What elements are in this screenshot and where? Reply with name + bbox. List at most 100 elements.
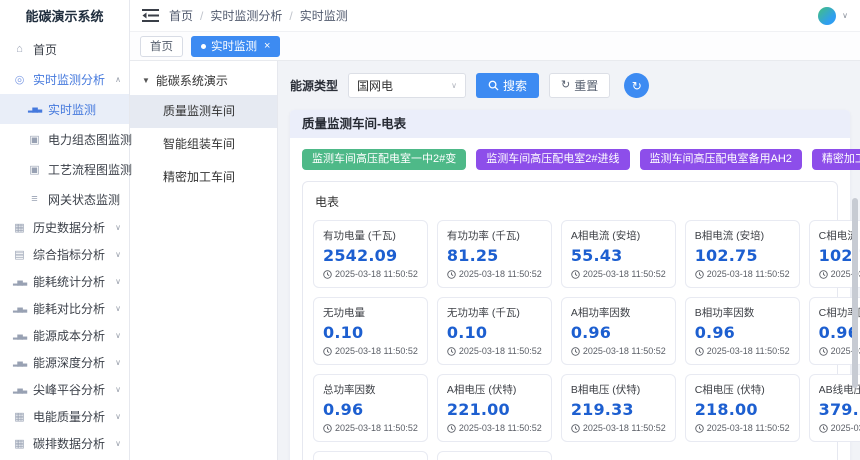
clock-icon <box>694 269 704 279</box>
meter-value: 221.00 <box>446 400 510 419</box>
meter-tag[interactable]: 精密加工车间电表02 <box>811 149 860 170</box>
tree-item[interactable]: 精密加工车间 <box>130 161 277 194</box>
tree-item-label: 智能组装车间 <box>163 137 236 151</box>
meter-tag-label: 监测车间高压配电室2#进线 <box>486 153 620 165</box>
search-button[interactable]: 搜索 <box>476 73 540 98</box>
refresh-icon: ↻ <box>631 78 642 93</box>
sidebar-item-label: 能耗统计分析 <box>33 275 106 289</box>
sidebar-item-composite-index[interactable]: ▤ 综合指标分析 ∨ <box>0 241 129 268</box>
meter-value: 102.75 <box>694 246 758 265</box>
chevron-down-icon[interactable]: ∨ <box>842 11 848 20</box>
tree-root-node[interactable]: ▼ 能碳系统演示 <box>130 61 277 95</box>
meter-card: B相电压 (伏特) 219.33 2025-03-18 11:50:52 <box>560 374 676 442</box>
meter-card: B相电流 (安培) 102.75 2025-03-18 11:50:52 <box>684 220 800 288</box>
energy-type-label: 能源类型 <box>290 79 339 93</box>
meter-card: BC线电压 (伏特) 368.20 2025-03-18 11:50:52 <box>313 451 428 460</box>
clock-icon <box>818 346 828 356</box>
meter-time-text: 2025-03-18 11:50:52 <box>335 269 418 279</box>
meter-timestamp: 2025-03-18 11:50:52 <box>571 423 666 433</box>
sidebar-item-carbon-data[interactable]: ▦ 碳排数据分析 ∨ <box>0 430 129 457</box>
clock-icon <box>818 423 828 433</box>
tree-item[interactable]: 智能组装车间 <box>130 128 277 161</box>
clock-icon <box>694 346 704 356</box>
sidebar-item-label: 电力组态图监测 <box>48 132 133 147</box>
app-title: 能碳演示系统 <box>25 9 104 24</box>
bar-chart-icon: ▂▅▃ <box>13 386 27 394</box>
tab-label: 首页 <box>150 41 173 53</box>
avatar[interactable] <box>818 6 837 25</box>
sidebar-item-process-diagram[interactable]: ▣ 工艺流程图监测 <box>0 154 132 184</box>
meter-name: B相电压 (伏特) <box>570 384 641 396</box>
sidebar-item-label: 实时监测分析 <box>33 72 106 87</box>
tab-bar: 首页 实时监测 × <box>130 32 860 61</box>
chevron-up-icon: ∧ <box>115 74 121 84</box>
chevron-down-icon: ∨ <box>115 304 121 313</box>
meter-timestamp: 2025-03-18 11:50:52 <box>571 346 666 356</box>
sidebar-item-label: 综合指标分析 <box>33 248 106 262</box>
table-icon: ▦ <box>14 411 25 423</box>
sidebar-item-label: 碳排数据分析 <box>33 437 106 451</box>
meter-tag-label: 监测车间高压配电室备用AH2 <box>649 153 792 165</box>
meter-tag[interactable]: 监测车间高压配电室2#进线 <box>476 149 630 170</box>
meter-name: A相功率因数 <box>570 307 631 319</box>
meter-value: 379.14 <box>818 400 860 419</box>
sidebar-item-gateway-status[interactable]: ≡ 网关状态监测 <box>0 184 129 214</box>
sidebar-item-label: 电能质量分析 <box>33 410 106 424</box>
clock-icon <box>694 423 704 433</box>
active-dot-icon <box>201 43 206 49</box>
reset-button[interactable]: ↻ 重置 <box>549 73 611 98</box>
meter-name: 有功功率 (千瓦) <box>446 230 520 242</box>
table-icon: ▦ <box>14 438 25 450</box>
meter-timestamp: 2025-03-18 11:50:52 <box>818 423 860 433</box>
meter-value: 0.10 <box>323 323 364 342</box>
energy-type-select[interactable]: 国网电 ∨ <box>348 73 467 98</box>
sidebar-item-power-quality[interactable]: ▦ 电能质量分析 ∨ <box>0 403 129 430</box>
bar-chart-icon: ▂▅▃ <box>13 359 27 367</box>
meter-tag-label: 精密加工车间电表02 <box>821 153 860 165</box>
tab-home[interactable]: 首页 <box>140 35 183 57</box>
meter-name: 有功电量 (千瓦) <box>323 230 396 242</box>
meter-card: 总功率因数 0.96 2025-03-18 11:50:52 <box>313 374 428 442</box>
meter-timestamp: 2025-03-18 11:50:52 <box>447 346 542 356</box>
chevron-down-icon: ∨ <box>115 412 121 421</box>
tree-item[interactable]: 质量监测车间 <box>130 95 277 128</box>
refresh-button[interactable]: ↻ <box>624 73 650 98</box>
sidebar-item-realtime-analysis[interactable]: ◎ 实时监测分析 ∧ <box>0 64 129 94</box>
bar-chart-icon: ▂▅▃ <box>13 278 27 286</box>
breadcrumb-separator: / <box>200 8 204 23</box>
meter-name: A相电流 (安培) <box>570 230 641 242</box>
chevron-down-icon: ∨ <box>115 277 121 286</box>
meter-time-text: 2025-03-18 11:50:52 <box>830 423 860 433</box>
clock-icon <box>571 269 580 279</box>
close-icon[interactable]: × <box>264 40 270 52</box>
tree-root-label: 能碳系统演示 <box>155 74 228 88</box>
meter-tag-list: 监测车间高压配电室一中2#变 监测车间高压配电室2#进线 监测车间高压配电室备用… <box>290 138 860 179</box>
clock-icon <box>571 423 580 433</box>
meter-time-text: 2025-03-18 11:50:52 <box>706 423 790 433</box>
collapse-menu-icon[interactable] <box>142 9 159 22</box>
tab-realtime-monitor[interactable]: 实时监测 × <box>191 35 281 57</box>
meter-tag[interactable]: 监测车间高压配电室备用AH2 <box>639 149 802 170</box>
meter-card: B相功率因数 0.96 2025-03-18 11:50:52 <box>684 297 800 365</box>
breadcrumb-home[interactable]: 首页 <box>169 7 193 24</box>
sidebar-item-energy-stats[interactable]: ▂▅▃ 能耗统计分析 ∨ <box>0 268 129 295</box>
sidebar-item-energy-compare[interactable]: ▂▅▃ 能耗对比分析 ∨ <box>0 295 129 322</box>
sidebar-item-power-diagram[interactable]: ▣ 电力组态图监测 <box>0 124 133 154</box>
sidebar-item-energy-cost[interactable]: ▂▅▃ 能源成本分析 ∨ <box>0 322 129 349</box>
sidebar-item-peak-valley[interactable]: ▂▅▃ 尖峰平谷分析 ∨ <box>0 376 129 403</box>
sidebar-item-home[interactable]: ⌂ 首页 <box>0 34 129 64</box>
meter-time-text: 2025-03-18 11:50:52 <box>706 269 790 279</box>
sidebar-item-history-data[interactable]: ▦ 历史数据分析 ∨ <box>0 214 129 241</box>
sidebar-item-energy-depth[interactable]: ▂▅▃ 能源深度分析 ∨ <box>0 349 129 376</box>
chevron-down-icon: ∨ <box>115 385 121 394</box>
meter-name: B相功率因数 <box>694 307 755 319</box>
filter-bar: 能源类型 国网电 ∨ 搜索 ↻ 重置 ↻ <box>290 73 850 98</box>
meter-name: 无功电量 <box>323 307 365 319</box>
sidebar-item-realtime-monitor[interactable]: ▂▅▃ 实时监测 <box>0 94 129 124</box>
sidebar-item-label: 网关状态监测 <box>48 192 121 207</box>
breadcrumb-section[interactable]: 实时监测分析 <box>210 7 282 24</box>
chevron-down-icon: ∨ <box>451 81 458 90</box>
meter-tag[interactable]: 监测车间高压配电室一中2#变 <box>302 149 467 170</box>
sidebar-item-label: 实时监测 <box>48 102 97 117</box>
vertical-scrollbar[interactable] <box>852 198 858 388</box>
